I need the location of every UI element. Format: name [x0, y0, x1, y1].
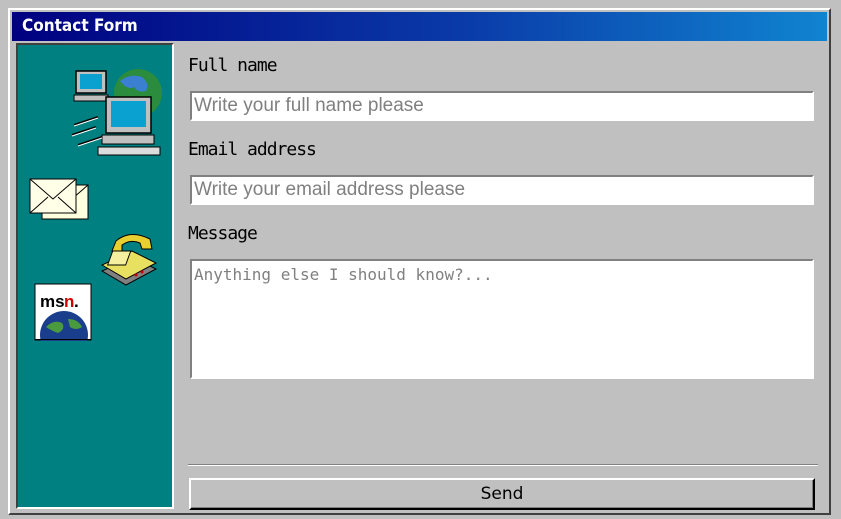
svg-text:ms: ms	[40, 292, 65, 311]
svg-text:n: n	[64, 292, 74, 311]
full-name-input[interactable]	[190, 91, 814, 121]
telephone-icon	[96, 231, 162, 293]
msn-globe-icon: ms n .	[34, 283, 92, 359]
email-label: Email address	[188, 139, 317, 160]
network-computers-icon	[68, 63, 168, 172]
message-label: Message	[188, 223, 258, 244]
send-button[interactable]: Send	[189, 478, 815, 510]
form-divider	[188, 464, 818, 466]
svg-text:.: .	[74, 292, 79, 311]
mail-envelope-icon	[28, 175, 92, 229]
full-name-label: Full name	[188, 55, 278, 76]
window-title: Contact Form	[12, 12, 827, 41]
email-input[interactable]	[190, 175, 814, 205]
contact-form: Full name Email address Message Send	[188, 43, 818, 513]
icon-sidebar: ms n .	[16, 43, 174, 509]
contact-form-window: Contact Form ms n . Full name Write your…	[8, 8, 831, 515]
message-textarea[interactable]	[190, 259, 814, 379]
